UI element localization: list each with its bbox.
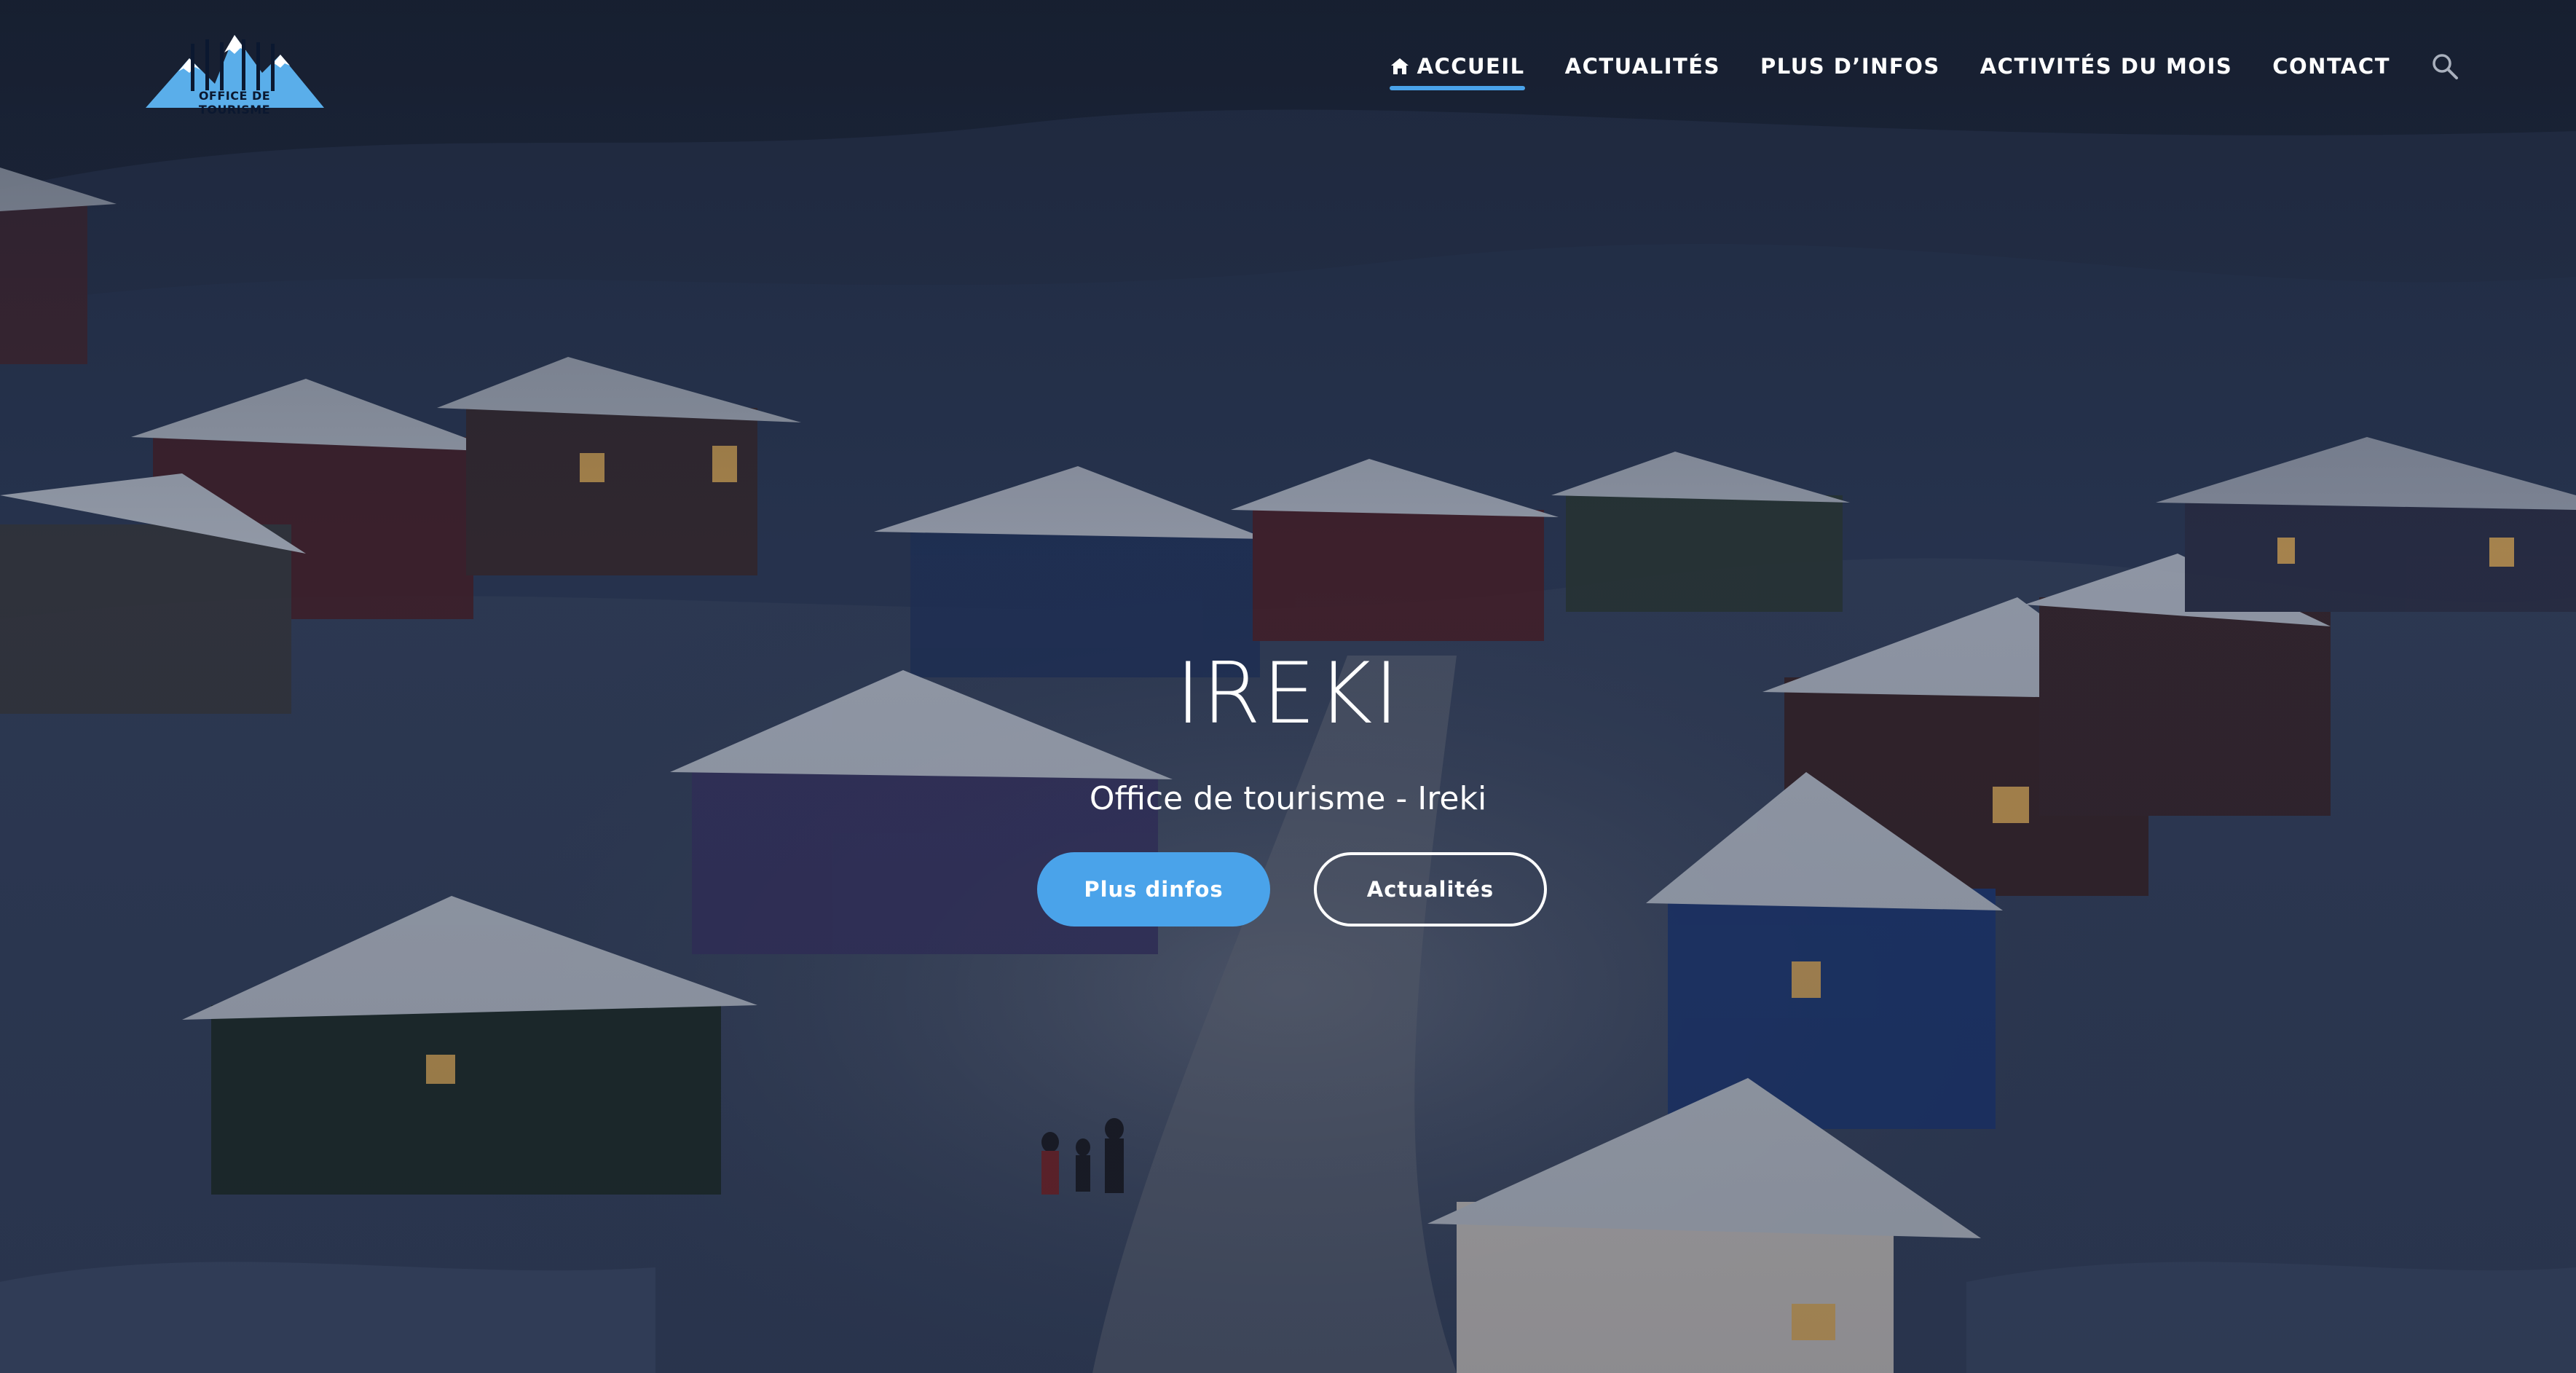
nav-item-label: ACCUEIL [1417,54,1525,79]
hero-title: IREKI [1175,645,1401,743]
nav-item-label: PLUS D’INFOS [1760,54,1940,79]
actualites-button[interactable]: Actualités [1314,852,1547,927]
nav-item-activites-du-mois[interactable]: ACTIVITÉS DU MOIS [1980,50,2233,83]
search-icon[interactable] [2430,52,2459,81]
site-header: OFFICE DE TOURISME ACCUEIL ACTUALITÉS PL… [0,0,2576,131]
nav-item-label: ACTUALITÉS [1564,54,1720,79]
main-nav: ACCUEIL ACTUALITÉS PLUS D’INFOS ACTIVITÉ… [1350,50,2460,93]
nav-item-accueil[interactable]: ACCUEIL [1389,50,1525,90]
nav-item-label: ACTIVITÉS DU MOIS [1980,54,2233,79]
nav-item-plus-infos[interactable]: PLUS D’INFOS [1760,50,1940,83]
logo-text: OFFICE DE TOURISME [198,89,271,117]
nav-item-contact[interactable]: CONTACT [2272,50,2390,83]
nav-item-label: CONTACT [2272,54,2390,79]
plus-dinfos-button[interactable]: Plus dinfos [1037,852,1270,927]
page: OFFICE DE TOURISME ACCUEIL ACTUALITÉS PL… [0,0,2576,1373]
home-icon [1390,58,1409,74]
hero-subtitle: Office de tourisme - Ireki [1089,780,1487,817]
nav-item-actualites[interactable]: ACTUALITÉS [1565,50,1720,83]
